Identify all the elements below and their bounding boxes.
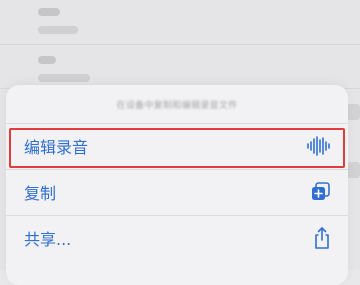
background-row-subtext (38, 74, 90, 82)
share-row[interactable]: 共享... (6, 215, 348, 261)
action-sheet-title: 在设备中复制和编辑录音文件 (116, 100, 238, 111)
background-row-text (38, 8, 60, 16)
duplicate-label: 复制 (24, 184, 57, 203)
highlight-frame (9, 128, 345, 168)
share-label: 共享... (24, 230, 72, 249)
action-sheet: 在设备中复制和编辑录音文件 编辑录音 复制 共享... (6, 85, 348, 285)
background-row (0, 44, 360, 89)
background-row-subtext (38, 26, 78, 34)
action-sheet-header: 在设备中复制和编辑录音文件 (6, 85, 348, 124)
share-icon (312, 226, 332, 250)
background-row-text (38, 56, 56, 64)
duplicate-row[interactable]: 复制 (6, 169, 348, 216)
background-row (0, 0, 360, 45)
duplicate-icon (310, 181, 332, 203)
